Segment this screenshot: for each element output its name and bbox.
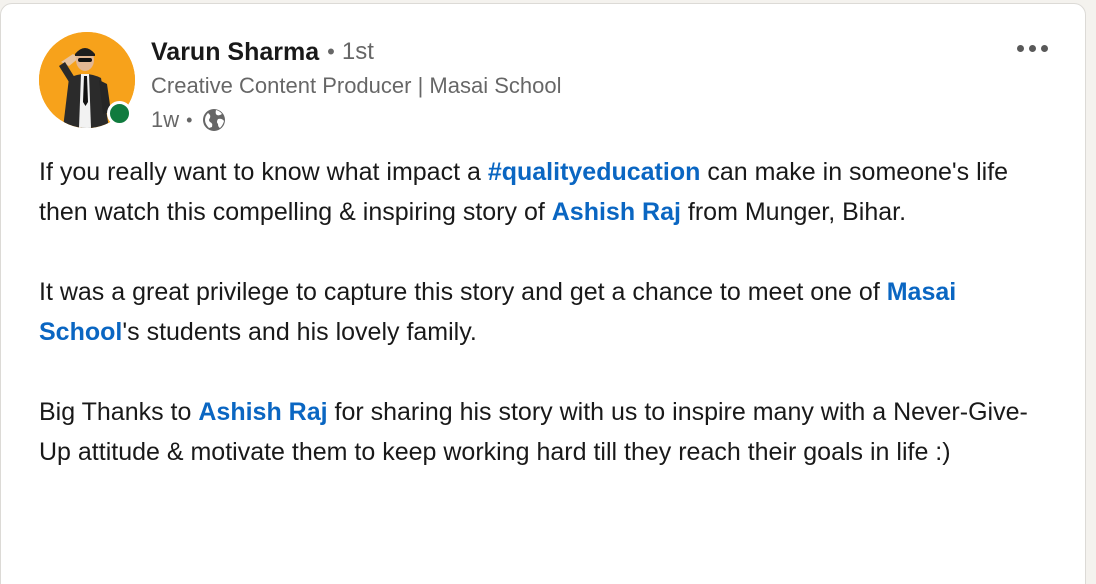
post-paragraph-2: It was a great privilege to capture this…	[39, 278, 957, 346]
post-meta: 1w •	[151, 104, 228, 136]
more-options-icon	[1016, 44, 1024, 52]
online-status-icon	[107, 101, 132, 126]
separator-dot: •	[327, 39, 335, 64]
mention-link-ashish-raj[interactable]: Ashish Raj	[552, 198, 681, 226]
author-headline: Creative Content Producer | Masai School	[151, 73, 562, 98]
separator-dot: •	[186, 109, 193, 130]
post-card: Varun Sharma • 1st Creative Content Prod…	[0, 3, 1086, 584]
more-options-button[interactable]	[1003, 34, 1061, 62]
post-paragraph-1: If you really want to know what impact a…	[39, 158, 1009, 226]
author-name-row: Varun Sharma • 1st	[151, 36, 374, 68]
post-text: If you really want to know what impact a…	[39, 152, 1049, 472]
connection-degree: 1st	[341, 38, 374, 65]
hashtag-link[interactable]: #qualityeducation	[488, 158, 701, 186]
globe-icon	[200, 106, 228, 134]
mention-link-ashish-raj[interactable]: Ashish Raj	[198, 398, 327, 426]
post-paragraph-3: Big Thanks to Ashish Raj for sharing his…	[39, 398, 1028, 466]
author-name[interactable]: Varun Sharma	[151, 38, 319, 67]
post-time: 1w	[151, 107, 180, 132]
